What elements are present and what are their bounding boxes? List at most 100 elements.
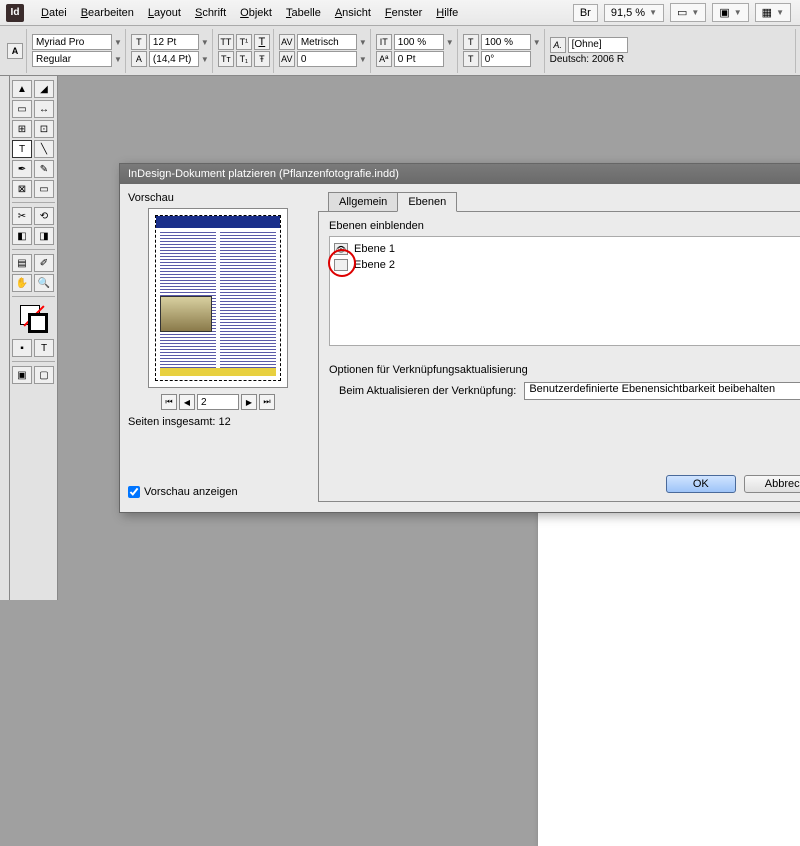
baseline-icon: Aª <box>376 51 392 67</box>
rect-frame-tool[interactable]: ⊠ <box>12 180 32 198</box>
next-page-button[interactable]: ▶ <box>241 394 257 410</box>
scissors-tool[interactable]: ✂ <box>12 207 32 225</box>
bridge-button[interactable]: Br <box>573 4 598 22</box>
hand-tool[interactable]: ✋ <box>12 274 32 292</box>
tab-general[interactable]: Allgemein <box>328 192 398 212</box>
menu-hilfe[interactable]: Hilfe <box>429 3 465 23</box>
note-tool[interactable]: ▤ <box>12 254 32 272</box>
tracking-input[interactable] <box>297 51 357 67</box>
apply-color-tool[interactable]: ▪ <box>12 339 32 357</box>
update-row-label: Beim Aktualisieren der Verknüpfung: <box>339 385 516 397</box>
menu-datei[interactable]: Datei <box>34 3 74 23</box>
page-tool[interactable]: ▭ <box>12 100 32 118</box>
gradient-feather-tool[interactable]: ◨ <box>34 227 54 245</box>
vscale-icon: IT <box>376 34 392 50</box>
layer-item[interactable]: 👁 Ebene 1 <box>334 241 800 257</box>
kerning-input[interactable] <box>297 34 357 50</box>
cancel-button[interactable]: Abbrechen <box>744 475 800 493</box>
pages-total-label: Seiten insgesamt: 12 <box>128 416 308 428</box>
menu-schrift[interactable]: Schrift <box>188 3 233 23</box>
skew-input[interactable] <box>481 51 531 67</box>
menu-tabelle[interactable]: Tabelle <box>279 3 328 23</box>
eye-icon[interactable] <box>334 259 348 271</box>
control-bar: A ▼ ▼ T▼ A▼ TTT¹T TᴛT₁Ŧ AV▼ AV▼ IT▼ Aª T… <box>0 26 800 76</box>
tracking-icon: AV <box>279 51 295 67</box>
view-preview-tool[interactable]: ▢ <box>34 366 54 384</box>
subscript-icon[interactable]: T₁ <box>236 51 252 67</box>
view-mode-button[interactable]: ▭▼ <box>670 3 706 22</box>
type-tool[interactable]: T <box>12 140 32 158</box>
kerning-icon: AV <box>279 34 295 50</box>
zoom-dropdown[interactable]: 91,5 %▼ <box>604 4 664 22</box>
eyedropper-tool[interactable]: ✐ <box>34 254 54 272</box>
ok-button[interactable]: OK <box>666 475 736 493</box>
first-page-button[interactable]: ⏮ <box>161 394 177 410</box>
chevron-down-icon: ▼ <box>649 8 657 17</box>
hscale-icon: T <box>463 34 479 50</box>
font-family-input[interactable] <box>32 34 112 50</box>
layers-group-label: Ebenen einblenden <box>329 220 800 232</box>
preview-box <box>148 208 288 388</box>
zoom-tool[interactable]: 🔍 <box>34 274 54 292</box>
last-page-button[interactable]: ⏭ <box>259 394 275 410</box>
layer-list: 👁 Ebene 1 Ebene 2 <box>329 236 800 346</box>
fill-stroke-swatch[interactable] <box>20 305 48 333</box>
menu-fenster[interactable]: Fenster <box>378 3 429 23</box>
toolbox: ▲◢ ▭↔ ⊞⊡ T╲ ✒✎ ⊠▭ ✂⟲ ◧◨ ▤✐ ✋🔍 ▪T ▣▢ <box>10 76 58 600</box>
gradient-swatch-tool[interactable]: ◧ <box>12 227 32 245</box>
eye-icon[interactable]: 👁 <box>334 243 348 255</box>
menu-bearbeiten[interactable]: Bearbeiten <box>74 3 141 23</box>
show-preview-label: Vorschau anzeigen <box>144 486 238 498</box>
layer-item[interactable]: Ebene 2 <box>334 257 800 273</box>
screen-mode-button[interactable]: ▣▼ <box>712 3 748 22</box>
leading-input[interactable] <box>149 51 199 67</box>
menu-layout[interactable]: Layout <box>141 3 188 23</box>
apply-type-tool[interactable]: T <box>34 339 54 357</box>
underline-icon[interactable]: T <box>254 34 270 50</box>
dialog-title: InDesign-Dokument platzieren (Pflanzenfo… <box>120 164 800 184</box>
layer-name: Ebene 2 <box>354 259 395 271</box>
tab-layers[interactable]: Ebenen <box>397 192 457 212</box>
canvas-area: InDesign-Dokument platzieren (Pflanzenfo… <box>58 76 800 600</box>
preview-label: Vorschau <box>128 192 308 204</box>
menu-objekt[interactable]: Objekt <box>233 3 279 23</box>
update-visibility-select[interactable]: Benutzerdefinierte Ebenensichtbarkeit be… <box>524 382 800 400</box>
superscript-icon[interactable]: T¹ <box>236 34 252 50</box>
rect-tool[interactable]: ▭ <box>34 180 54 198</box>
leading-icon: A <box>131 51 147 67</box>
vscale-input[interactable] <box>394 34 444 50</box>
layer-name: Ebene 1 <box>354 243 395 255</box>
font-size-icon: T <box>131 34 147 50</box>
line-tool[interactable]: ╲ <box>34 140 54 158</box>
place-dialog: InDesign-Dokument platzieren (Pflanzenfo… <box>119 163 800 513</box>
smallcaps-icon[interactable]: Tᴛ <box>218 51 234 67</box>
transform-tool[interactable]: ⟲ <box>34 207 54 225</box>
charstyle-input[interactable] <box>568 37 628 53</box>
show-preview-checkbox[interactable] <box>128 486 140 498</box>
language-label: Deutsch: 2006 R <box>550 54 625 65</box>
baseline-input[interactable] <box>394 51 444 67</box>
update-options-label: Optionen für Verknüpfungsaktualisierung <box>329 364 800 376</box>
hscale-input[interactable] <box>481 34 531 50</box>
font-size-input[interactable] <box>149 34 199 50</box>
menubar: Id Datei Bearbeiten Layout Schrift Objek… <box>0 0 800 26</box>
pencil-tool[interactable]: ✎ <box>34 160 54 178</box>
selection-tool[interactable]: ▲ <box>12 80 32 98</box>
direct-selection-tool[interactable]: ◢ <box>34 80 54 98</box>
prev-page-button[interactable]: ◀ <box>179 394 195 410</box>
content-tool[interactable]: ⊞ <box>12 120 32 138</box>
pen-tool[interactable]: ✒ <box>12 160 32 178</box>
page-navigator: ⏮ ◀ ▶ ⏭ <box>128 394 308 410</box>
arrange-button[interactable]: ▦▼ <box>755 3 791 22</box>
font-style-input[interactable] <box>32 51 112 67</box>
content-tool-2[interactable]: ⊡ <box>34 120 54 138</box>
app-icon: Id <box>6 4 24 22</box>
menu-ansicht[interactable]: Ansicht <box>328 3 378 23</box>
allcaps-icon[interactable]: TT <box>218 34 234 50</box>
gap-tool[interactable]: ↔ <box>34 100 54 118</box>
strikethrough-icon[interactable]: Ŧ <box>254 51 270 67</box>
skew-icon: T <box>463 51 479 67</box>
character-mode-icon[interactable]: A <box>7 43 23 59</box>
page-number-input[interactable] <box>197 394 239 410</box>
view-normal-tool[interactable]: ▣ <box>12 366 32 384</box>
